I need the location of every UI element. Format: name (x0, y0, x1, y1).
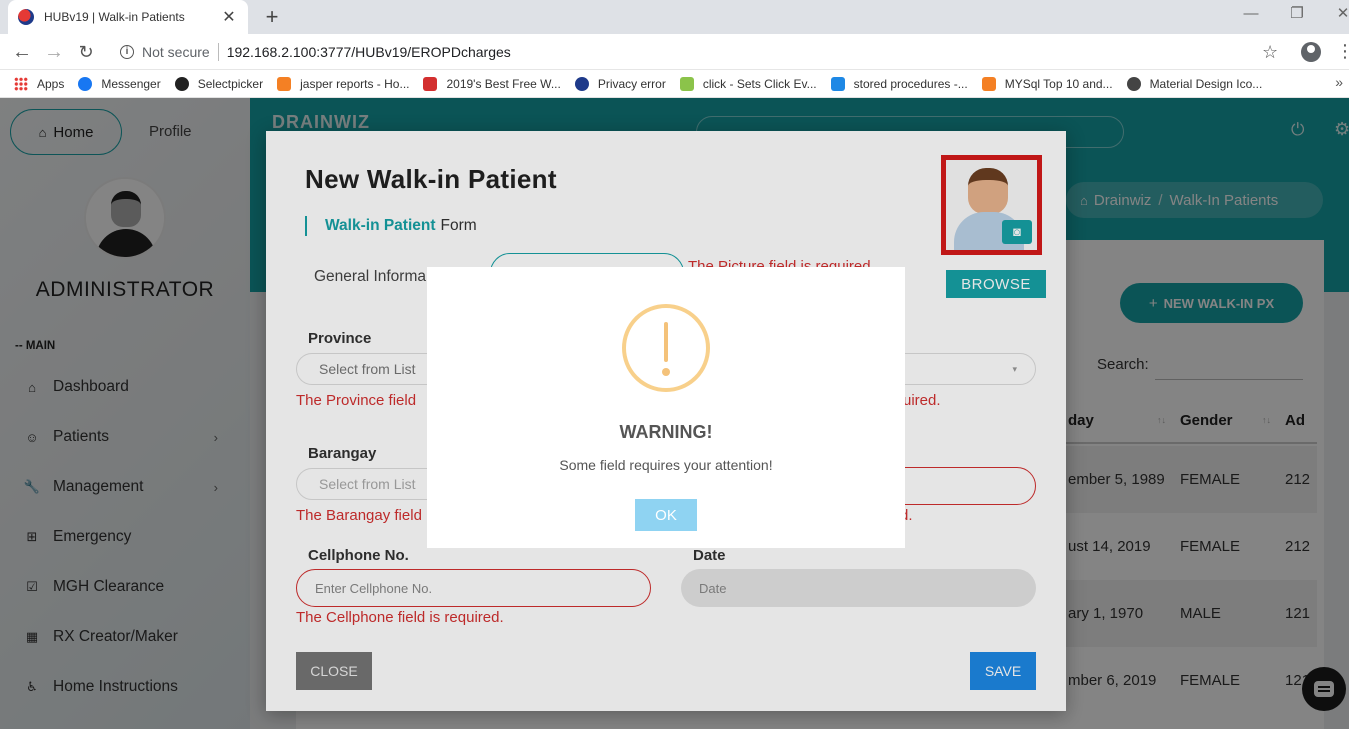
stackoverflow-icon (981, 76, 996, 91)
back-icon[interactable]: ← (10, 40, 34, 64)
bookmark-label: Messenger (101, 76, 161, 91)
bookmark-label: click - Sets Click Ev... (702, 76, 817, 91)
security-label: Not secure (142, 44, 210, 60)
browser-tab[interactable]: HUBv19 | Walk-in Patients ✕ (8, 0, 248, 34)
bookmark-item[interactable]: stored procedures -... (830, 76, 968, 91)
address-bar[interactable]: i Not secure 192.168.2.100:3777/HUBv19/E… (108, 38, 1288, 66)
url-divider (217, 43, 219, 61)
github-icon (174, 76, 189, 91)
minimize-button[interactable]: — (1241, 4, 1261, 24)
bookmark-label: stored procedures -... (853, 76, 968, 91)
bookmark-item[interactable]: click - Sets Click Ev... (679, 76, 817, 91)
bookmark-label: Selectpicker (197, 76, 264, 91)
bookmark-star-icon[interactable]: ☆ (1262, 42, 1278, 63)
apps-grid-icon (14, 76, 28, 91)
warning-message: Some field requires your attention! (559, 457, 773, 473)
ok-button[interactable]: OK (635, 499, 697, 531)
messenger-icon (78, 76, 93, 91)
bookmark-item[interactable]: jasper reports - Ho... (277, 76, 410, 91)
bookmark-label: 2019's Best Free W... (446, 76, 561, 91)
info-icon[interactable]: i (120, 45, 134, 59)
stackoverflow-icon (277, 76, 292, 91)
globe-icon (1126, 76, 1141, 91)
bookmark-item[interactable]: Messenger (78, 76, 161, 91)
url-text[interactable]: 192.168.2.100:3777/HUBv19/EROPDcharges (227, 44, 511, 60)
bookmark-item[interactable]: 2019's Best Free W... (423, 76, 561, 91)
bookmark-label: Material Design Ico... (1149, 76, 1263, 91)
bookmarks-more-icon[interactable]: » (1335, 74, 1343, 90)
tab-title: HUBv19 | Walk-in Patients (44, 10, 185, 24)
forward-icon[interactable]: → (42, 40, 66, 64)
globe-icon (574, 76, 589, 91)
profile-avatar-icon[interactable] (1301, 42, 1321, 62)
bookmark-label: Apps (37, 76, 65, 91)
bookmark-item[interactable]: Apps (14, 76, 65, 91)
bookmark-label: MYSql Top 10 and... (1004, 76, 1113, 91)
bookmark-label: jasper reports - Ho... (300, 76, 410, 91)
bookmark-item[interactable]: Selectpicker (174, 76, 264, 91)
address-bar-row: ← → ↻ i Not secure 192.168.2.100:3777/HU… (0, 34, 1349, 70)
tab-close-icon[interactable]: ✕ (220, 7, 238, 27)
spark-icon (679, 76, 694, 91)
tab-favicon-icon (18, 9, 34, 25)
reload-icon[interactable]: ↻ (74, 40, 98, 64)
bookmark-label: Privacy error (597, 76, 666, 91)
browser-menu-icon[interactable]: ⋮ (1336, 40, 1349, 62)
bookmark-item[interactable]: MYSql Top 10 and... (981, 76, 1113, 91)
warning-title: WARNING! (619, 422, 713, 442)
restore-button[interactable]: ❐ (1287, 4, 1307, 24)
database-icon (830, 76, 845, 91)
bookmark-item[interactable]: Material Design Ico... (1126, 76, 1263, 91)
new-tab-button[interactable]: + (260, 4, 284, 30)
swirl-icon (423, 76, 438, 91)
bookmarks-bar: Apps Messenger Selectpicker jasper reports … (0, 70, 1349, 98)
warning-icon (622, 304, 710, 392)
close-window-button[interactable]: ✕ (1333, 4, 1349, 24)
warning-dialog: WARNING! Some field requires your attent… (427, 267, 905, 548)
browser-tab-strip: HUBv19 | Walk-in Patients ✕ + — ❐ ✕ (0, 0, 1349, 34)
bookmark-item[interactable]: Privacy error (574, 76, 666, 91)
